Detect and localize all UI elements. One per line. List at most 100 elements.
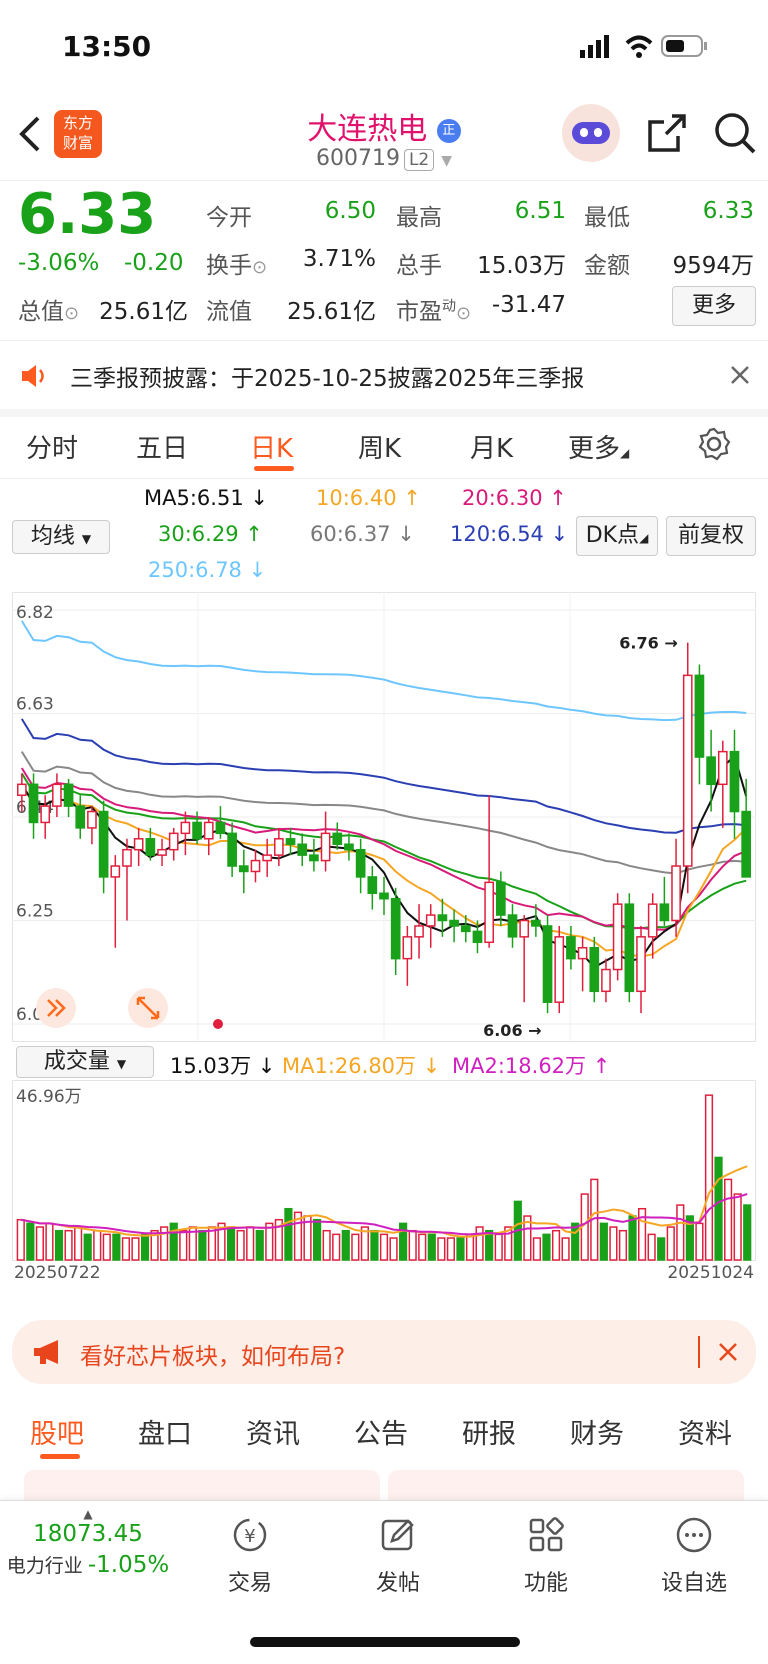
add-watchlist-button[interactable]: 设自选 (644, 1515, 744, 1597)
ma30-label: 30:6.29 ↑ (158, 522, 263, 546)
candle-body (531, 919, 541, 927)
ma60-label: 60:6.37 ↓ (310, 522, 415, 546)
dk-point-button[interactable]: DK点◢ (576, 516, 658, 556)
volume-selector[interactable]: 成交量 ▼ (16, 1046, 154, 1078)
post-button[interactable]: 发帖 (348, 1515, 448, 1597)
volume-bar (551, 1229, 561, 1261)
more-quote-button[interactable]: 更多 (672, 286, 756, 326)
volume-bar (35, 1226, 44, 1261)
float-value: 25.61亿 (287, 299, 376, 325)
grid-icon (529, 1517, 564, 1552)
corner-arrow-icon: ◢ (620, 446, 630, 460)
home-indicator (250, 1637, 520, 1647)
volume-bar (657, 1237, 666, 1261)
candle-body (215, 821, 226, 835)
volume-bar (322, 1229, 331, 1261)
tab-weekly-k[interactable]: 周K (358, 428, 401, 465)
candle-body (28, 783, 39, 824)
candle-body (694, 674, 705, 758)
notice-bar[interactable]: 三季报预披露：于2025-10-25披露2025年三季报 (0, 340, 768, 417)
pe-label[interactable]: 市盈动⊙ (396, 292, 471, 326)
volume-bar (475, 1226, 484, 1261)
tab-orderbook[interactable]: 盘口 (138, 1412, 192, 1451)
candle-body (40, 805, 51, 824)
volume-bar (351, 1233, 360, 1261)
mktcap-label[interactable]: 总值⊙ (18, 292, 79, 326)
candle-body (355, 848, 366, 878)
tab-news[interactable]: 资讯 (246, 1412, 300, 1451)
candle-body (227, 832, 237, 867)
tab-research[interactable]: 研报 (462, 1412, 516, 1451)
tab-announcements[interactable]: 公告 (354, 1412, 408, 1451)
edit-icon (381, 1519, 414, 1551)
volume-bar (743, 1204, 752, 1261)
volume-bar (74, 1226, 83, 1261)
open-label: 今开 (206, 205, 252, 231)
megaphone-icon (34, 1340, 58, 1364)
high-value: 6.51 (514, 198, 566, 224)
close-icon[interactable] (730, 365, 750, 385)
tab-forum[interactable]: 股吧 (30, 1412, 84, 1451)
active-tab-indicator (254, 466, 294, 471)
volume-bar (179, 1229, 188, 1261)
turnover-label[interactable]: 换手⊙ (206, 246, 267, 280)
price-adjust-button[interactable]: 前复权 (666, 516, 756, 556)
tab-monthly-k[interactable]: 月K (470, 428, 513, 465)
tab-daily-k[interactable]: 日K (250, 428, 293, 465)
trade-button[interactable]: ¥ 交易 (200, 1515, 300, 1597)
volume-bar (571, 1222, 580, 1261)
volume-bar (236, 1229, 245, 1261)
tab-profile[interactable]: 资料 (678, 1412, 732, 1451)
dropdown-icon: ▼ (81, 532, 92, 546)
candle-body (682, 674, 693, 867)
promo-banner[interactable]: 看好芯片板块，如何布局? (12, 1320, 756, 1384)
candle-body (484, 881, 494, 944)
candle-body (542, 925, 553, 1003)
volume-bar (265, 1222, 274, 1261)
volume-bar (169, 1222, 178, 1261)
volume-bar (618, 1229, 628, 1261)
candle-body (449, 919, 459, 927)
tab-finance[interactable]: 财务 (570, 1412, 624, 1451)
candle-body (671, 865, 681, 922)
y-tick-label: 6.25 (16, 902, 54, 922)
candle-body (344, 843, 354, 851)
volume-bar (485, 1229, 494, 1261)
functions-button[interactable]: 功能 (496, 1515, 596, 1597)
kline-tabs: 分时 五日 日K 周K 月K 更多◢ (0, 416, 768, 479)
volume-bar (83, 1233, 92, 1261)
candle-body (577, 946, 588, 960)
industry-index[interactable]: ▲ 18073.45 电力行业 -1.05% (0, 1507, 176, 1578)
tab-five-day[interactable]: 五日 (136, 428, 188, 465)
ma-selector[interactable]: 均线 ▼ (12, 520, 110, 554)
assistant-avatar[interactable] (562, 104, 620, 162)
wifi-icon (625, 35, 653, 58)
forum-card-peek (388, 1470, 744, 1500)
search-icon[interactable] (712, 110, 758, 156)
candle-body (122, 848, 132, 867)
volume-bar (695, 1222, 704, 1261)
candle-body (262, 854, 273, 862)
status-icons (580, 35, 707, 58)
candle-body (519, 919, 530, 938)
candle-body (390, 897, 401, 960)
volume-bar (532, 1237, 542, 1261)
candle-body (87, 810, 97, 829)
volume-chart[interactable]: 46.96万 20250722 20251024 (12, 1080, 756, 1280)
volume-bar (341, 1229, 350, 1261)
volume-bar (370, 1229, 379, 1261)
volume-bar (465, 1233, 475, 1261)
tab-intraday[interactable]: 分时 (26, 428, 78, 465)
svg-text:¥: ¥ (244, 1526, 255, 1547)
volume-bar (226, 1226, 236, 1261)
kline-chart[interactable]: 6.826.636.446.256.066.76 →6.06 → (12, 592, 756, 1042)
x-end-label: 20251024 (667, 1263, 754, 1280)
tab-more[interactable]: 更多◢ (568, 428, 629, 465)
candle-body (180, 821, 191, 835)
share-icon[interactable] (646, 112, 688, 154)
candle-body (414, 925, 424, 938)
candle-body (145, 838, 156, 856)
volume-bar (64, 1229, 73, 1261)
close-icon[interactable] (718, 1342, 738, 1362)
settings-icon[interactable] (696, 426, 732, 462)
